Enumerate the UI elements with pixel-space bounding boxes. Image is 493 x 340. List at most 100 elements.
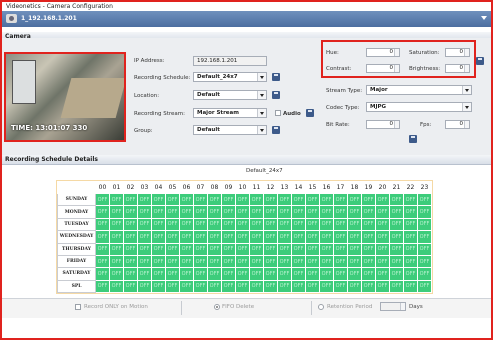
schedule-cell[interactable]: OFF [137, 205, 152, 219]
schedule-cell[interactable]: OFF [151, 279, 166, 294]
schedule-cell[interactable]: OFF [123, 279, 138, 294]
schedule-cell[interactable]: OFF [305, 279, 320, 294]
schedule-cell[interactable]: OFF [109, 279, 124, 294]
hour-header[interactable]: 02 [123, 181, 138, 194]
schedule-cell[interactable]: OFF [361, 279, 376, 294]
save-stream-icon[interactable] [306, 109, 314, 117]
schedule-cell[interactable]: OFF [179, 192, 194, 207]
schedule-cell[interactable]: OFF [291, 267, 306, 281]
hour-header[interactable]: 15 [305, 181, 320, 194]
hour-header[interactable]: 14 [291, 181, 306, 194]
schedule-cell[interactable]: OFF [95, 267, 110, 281]
schedule-cell[interactable]: OFF [277, 242, 292, 256]
schedule-cell[interactable]: OFF [95, 242, 110, 256]
schedule-cell[interactable]: OFF [151, 192, 166, 207]
schedule-cell[interactable]: OFF [417, 192, 432, 207]
schedule-cell[interactable]: OFF [361, 230, 376, 244]
schedule-cell[interactable]: OFF [375, 242, 390, 256]
schedule-cell[interactable]: OFF [193, 230, 208, 244]
schedule-cell[interactable]: OFF [361, 254, 376, 269]
schedule-cell[interactable]: OFF [151, 217, 166, 232]
schedule-cell[interactable]: OFF [403, 254, 418, 269]
hour-header[interactable]: 00 [95, 181, 110, 194]
schedule-cell[interactable]: OFF [95, 217, 110, 232]
schedule-cell[interactable]: OFF [333, 242, 348, 256]
schedule-cell[interactable]: OFF [291, 192, 306, 207]
hour-header[interactable]: 21 [389, 181, 404, 194]
schedule-cell[interactable]: OFF [347, 192, 362, 207]
schedule-cell[interactable]: OFF [319, 192, 334, 207]
schedule-cell[interactable]: OFF [151, 230, 166, 244]
schedule-cell[interactable]: OFF [403, 267, 418, 281]
schedule-cell[interactable]: OFF [263, 279, 278, 294]
schedule-cell[interactable]: OFF [109, 205, 124, 219]
schedule-cell[interactable]: OFF [207, 254, 222, 269]
schedule-cell[interactable]: OFF [333, 230, 348, 244]
camera-preview[interactable]: TIME: 13:01:07 330 [4, 52, 126, 142]
schedule-cell[interactable]: OFF [193, 267, 208, 281]
schedule-cell[interactable]: OFF [109, 192, 124, 207]
schedule-cell[interactable]: OFF [249, 230, 264, 244]
schedule-cell[interactable]: OFF [123, 267, 138, 281]
save-group-icon[interactable] [272, 126, 280, 134]
schedule-cell[interactable]: OFF [361, 267, 376, 281]
schedule-cell[interactable]: OFF [221, 242, 236, 256]
schedule-cell[interactable]: OFF [291, 279, 306, 294]
schedule-cell[interactable]: OFF [319, 230, 334, 244]
schedule-cell[interactable]: OFF [179, 217, 194, 232]
schedule-cell[interactable]: OFF [235, 254, 250, 269]
schedule-cell[interactable]: OFF [347, 254, 362, 269]
fifo-delete-radio[interactable] [214, 304, 220, 310]
hour-header[interactable]: 11 [249, 181, 264, 194]
save-location-icon[interactable] [272, 91, 280, 99]
schedule-cell[interactable]: OFF [375, 267, 390, 281]
schedule-cell[interactable]: OFF [221, 267, 236, 281]
recording-schedule-dropdown[interactable]: Default_24x7 [193, 72, 267, 82]
schedule-cell[interactable]: OFF [165, 279, 180, 294]
schedule-cell[interactable]: OFF [403, 230, 418, 244]
stream-type-dropdown[interactable]: Major [366, 85, 472, 95]
schedule-cell[interactable]: OFF [165, 205, 180, 219]
schedule-cell[interactable]: OFF [347, 205, 362, 219]
schedule-cell[interactable]: OFF [165, 254, 180, 269]
day-label[interactable]: WEDNESDAY [57, 230, 96, 244]
schedule-cell[interactable]: OFF [319, 279, 334, 294]
day-label[interactable]: THURSDAY [57, 242, 96, 256]
chevron-down-icon[interactable] [481, 16, 487, 20]
hour-header[interactable]: 22 [403, 181, 418, 194]
retention-period-radio[interactable] [318, 304, 324, 310]
hour-header[interactable]: 05 [165, 181, 180, 194]
schedule-cell[interactable]: OFF [361, 242, 376, 256]
schedule-cell[interactable]: OFF [305, 205, 320, 219]
hour-header[interactable]: 04 [151, 181, 166, 194]
schedule-cell[interactable]: OFF [207, 267, 222, 281]
schedule-cell[interactable]: OFF [207, 242, 222, 256]
schedule-cell[interactable]: OFF [417, 217, 432, 232]
schedule-cell[interactable]: OFF [221, 254, 236, 269]
schedule-cell[interactable]: OFF [165, 242, 180, 256]
day-label[interactable]: TUESDAY [57, 217, 96, 232]
schedule-cell[interactable]: OFF [249, 217, 264, 232]
schedule-cell[interactable]: OFF [235, 192, 250, 207]
schedule-cell[interactable]: OFF [389, 217, 404, 232]
schedule-cell[interactable]: OFF [193, 254, 208, 269]
spinner-arrows-icon[interactable] [400, 303, 405, 310]
schedule-cell[interactable]: OFF [361, 217, 376, 232]
schedule-cell[interactable]: OFF [375, 279, 390, 294]
schedule-cell[interactable]: OFF [403, 279, 418, 294]
schedule-cell[interactable]: OFF [403, 217, 418, 232]
schedule-cell[interactable]: OFF [235, 230, 250, 244]
schedule-cell[interactable]: OFF [179, 267, 194, 281]
schedule-cell[interactable]: OFF [207, 217, 222, 232]
schedule-cell[interactable]: OFF [389, 205, 404, 219]
hour-header[interactable]: 09 [221, 181, 236, 194]
schedule-cell[interactable]: OFF [263, 242, 278, 256]
save-image-settings-icon[interactable] [476, 57, 484, 65]
schedule-cell[interactable]: OFF [137, 267, 152, 281]
schedule-cell[interactable]: OFF [305, 192, 320, 207]
schedule-cell[interactable]: OFF [291, 254, 306, 269]
spinner-arrows-icon[interactable] [394, 121, 399, 128]
schedule-cell[interactable]: OFF [137, 217, 152, 232]
schedule-cell[interactable]: OFF [347, 242, 362, 256]
hour-header[interactable]: 03 [137, 181, 152, 194]
